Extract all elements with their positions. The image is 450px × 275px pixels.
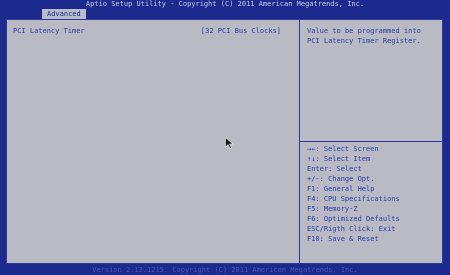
help-text: Value to be programmed into PCI Latency … (307, 27, 421, 45)
setting-row-pci-latency-timer[interactable]: PCI Latency Timer [32 PCI Bus Clocks] (13, 27, 295, 36)
key-legend: →←: Select Screen ↑↓: Select Item Enter:… (307, 144, 439, 244)
settings-panel: PCI Latency Timer [32 PCI Bus Clocks] (7, 20, 300, 263)
mouse-pointer-icon (225, 137, 234, 149)
bios-footer: Version 2.13.1215. Copyright (C) 2011 Am… (92, 266, 358, 274)
key-optimized-defaults: F6: Optimized Defaults (307, 215, 400, 223)
tab-advanced[interactable]: Advanced (42, 9, 86, 19)
key-enter-select: Enter: Select (307, 165, 362, 173)
key-cpu-specifications: F4: CPU Specifications (307, 195, 400, 203)
tab-bar: Advanced (0, 9, 450, 19)
key-memory-z: F5: Memory-Z (307, 205, 358, 213)
help-divider (300, 141, 442, 142)
key-select-item: ↑↓: Select Item (307, 155, 371, 163)
setting-value[interactable]: [32 PCI Bus Clocks] (201, 27, 281, 36)
key-exit: ESC/Rigth Click: Exit (307, 225, 396, 233)
key-select-screen: →←: Select Screen (307, 145, 379, 153)
setting-label: PCI Latency Timer (13, 27, 85, 35)
key-save-reset: F10: Save & Reset (307, 235, 379, 243)
key-general-help: F1: General Help (307, 185, 375, 193)
help-panel: Value to be programmed into PCI Latency … (300, 20, 442, 263)
bios-title: Aptio Setup Utility - Copyright (C) 2011… (85, 0, 365, 8)
key-change-opt: +/-: Change Opt. (307, 175, 375, 183)
